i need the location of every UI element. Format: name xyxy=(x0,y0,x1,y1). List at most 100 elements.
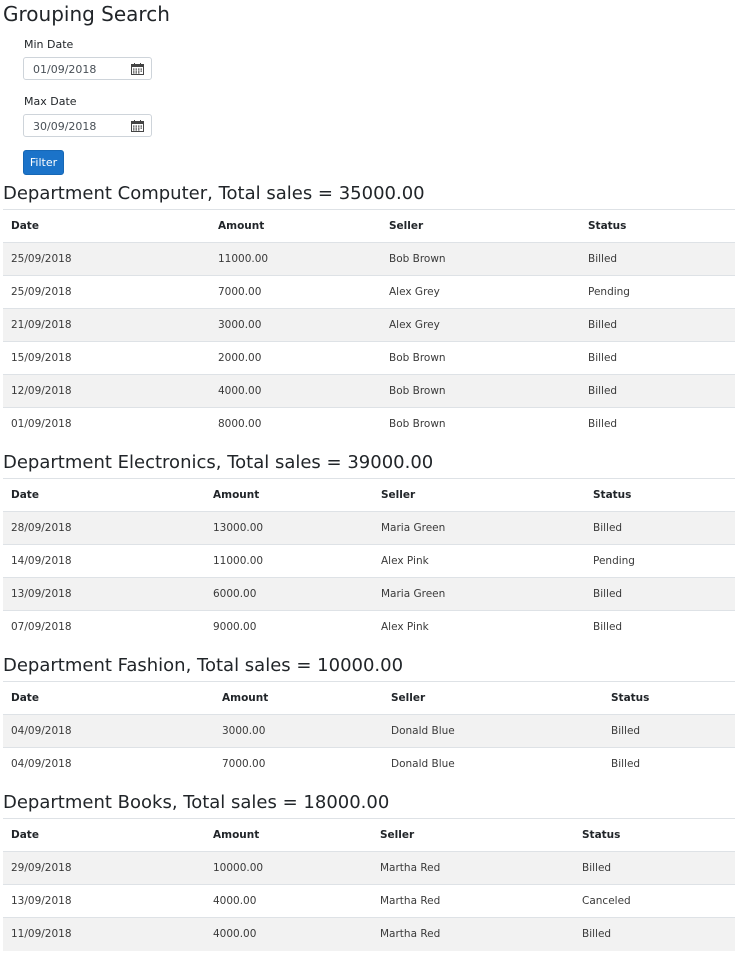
cell-status: Billed xyxy=(603,714,735,748)
column-header-seller: Seller xyxy=(383,681,603,715)
column-header-status: Status xyxy=(574,818,735,852)
cell-status: Pending xyxy=(585,544,735,578)
max-date-value: 30/09/2018 xyxy=(33,120,97,133)
department-table-electronics: Date Amount Seller Status 28/09/2018 1300… xyxy=(3,478,735,644)
table-header-row: Date Amount Seller Status xyxy=(3,818,735,852)
cell-amount: 9000.00 xyxy=(205,610,373,644)
cell-amount: 2000.00 xyxy=(210,341,381,375)
cell-date: 12/09/2018 xyxy=(3,374,210,408)
cell-status: Canceled xyxy=(574,884,735,918)
table-row: 14/09/2018 11000.00 Alex Pink Pending xyxy=(3,544,735,578)
cell-amount: 6000.00 xyxy=(205,577,373,611)
cell-date: 28/09/2018 xyxy=(3,511,205,545)
cell-amount: 13000.00 xyxy=(205,511,373,545)
table-row: 25/09/2018 11000.00 Bob Brown Billed xyxy=(3,242,735,276)
column-header-status: Status xyxy=(603,681,735,715)
table-header-row: Date Amount Seller Status xyxy=(3,209,735,243)
department-table-computer: Date Amount Seller Status 25/09/2018 1100… xyxy=(3,209,735,441)
column-header-amount: Amount xyxy=(214,681,383,715)
table-row: 12/09/2018 4000.00 Bob Brown Billed xyxy=(3,374,735,408)
column-header-amount: Amount xyxy=(205,818,372,852)
cell-status: Billed xyxy=(585,577,735,611)
cell-date: 07/09/2018 xyxy=(3,610,205,644)
calendar-icon[interactable] xyxy=(131,120,144,132)
cell-status: Billed xyxy=(580,308,735,342)
cell-seller: Donald Blue xyxy=(383,714,603,748)
table-row: 28/09/2018 13000.00 Maria Green Billed xyxy=(3,511,735,545)
cell-amount: 4000.00 xyxy=(205,917,372,951)
calendar-icon[interactable] xyxy=(131,63,144,75)
cell-seller: Alex Grey xyxy=(381,308,580,342)
column-header-status: Status xyxy=(585,478,735,512)
cell-date: 25/09/2018 xyxy=(3,242,210,276)
cell-date: 01/09/2018 xyxy=(3,407,210,441)
cell-date: 11/09/2018 xyxy=(3,917,205,951)
cell-date: 13/09/2018 xyxy=(3,884,205,918)
cell-date: 21/09/2018 xyxy=(3,308,210,342)
filter-button[interactable]: Filter xyxy=(23,150,64,175)
column-header-date: Date xyxy=(3,478,205,512)
cell-seller: Martha Red xyxy=(372,851,574,885)
department-table-fashion: Date Amount Seller Status 04/09/2018 3000… xyxy=(3,681,735,781)
cell-status: Billed xyxy=(580,407,735,441)
table-row: 25/09/2018 7000.00 Alex Grey Pending xyxy=(3,275,735,309)
department-table-books: Date Amount Seller Status 29/09/2018 1000… xyxy=(3,818,735,951)
cell-status: Billed xyxy=(603,747,735,781)
cell-status: Billed xyxy=(580,341,735,375)
table-row: 07/09/2018 9000.00 Alex Pink Billed xyxy=(3,610,735,644)
cell-status: Billed xyxy=(580,374,735,408)
cell-date: 13/09/2018 xyxy=(3,577,205,611)
cell-seller: Alex Grey xyxy=(381,275,580,309)
cell-amount: 11000.00 xyxy=(210,242,381,276)
cell-amount: 3000.00 xyxy=(214,714,383,748)
cell-amount: 11000.00 xyxy=(205,544,373,578)
cell-seller: Bob Brown xyxy=(381,242,580,276)
department-heading: Department Books, Total sales = 18000.00 xyxy=(3,792,390,813)
table-row: 29/09/2018 10000.00 Martha Red Billed xyxy=(3,851,735,885)
cell-amount: 8000.00 xyxy=(210,407,381,441)
max-date-input[interactable]: 30/09/2018 xyxy=(23,114,152,137)
cell-seller: Bob Brown xyxy=(381,374,580,408)
table-row: 04/09/2018 3000.00 Donald Blue Billed xyxy=(3,714,735,748)
cell-seller: Bob Brown xyxy=(381,341,580,375)
column-header-seller: Seller xyxy=(373,478,585,512)
column-header-amount: Amount xyxy=(210,209,381,243)
min-date-input[interactable]: 01/09/2018 xyxy=(23,57,152,80)
cell-date: 29/09/2018 xyxy=(3,851,205,885)
cell-seller: Martha Red xyxy=(372,884,574,918)
table-row: 21/09/2018 3000.00 Alex Grey Billed xyxy=(3,308,735,342)
table-row: 04/09/2018 7000.00 Donald Blue Billed xyxy=(3,747,735,781)
cell-status: Billed xyxy=(585,511,735,545)
table-row: 15/09/2018 2000.00 Bob Brown Billed xyxy=(3,341,735,375)
cell-seller: Martha Red xyxy=(372,917,574,951)
department-heading: Department Computer, Total sales = 35000… xyxy=(3,183,425,204)
table-row: 11/09/2018 4000.00 Martha Red Billed xyxy=(3,917,735,951)
cell-status: Pending xyxy=(580,275,735,309)
cell-amount: 7000.00 xyxy=(214,747,383,781)
cell-amount: 3000.00 xyxy=(210,308,381,342)
department-heading: Department Fashion, Total sales = 10000.… xyxy=(3,655,404,676)
table-row: 01/09/2018 8000.00 Bob Brown Billed xyxy=(3,407,735,441)
column-header-date: Date xyxy=(3,681,214,715)
column-header-date: Date xyxy=(3,818,205,852)
cell-amount: 7000.00 xyxy=(210,275,381,309)
column-header-status: Status xyxy=(580,209,735,243)
max-date-label: Max Date xyxy=(24,95,77,108)
cell-status: Billed xyxy=(580,242,735,276)
cell-status: Billed xyxy=(574,917,735,951)
cell-seller: Alex Pink xyxy=(373,610,585,644)
cell-seller: Alex Pink xyxy=(373,544,585,578)
cell-amount: 4000.00 xyxy=(210,374,381,408)
cell-amount: 4000.00 xyxy=(205,884,372,918)
table-row: 13/09/2018 4000.00 Martha Red Canceled xyxy=(3,884,735,918)
column-header-seller: Seller xyxy=(381,209,580,243)
cell-date: 14/09/2018 xyxy=(3,544,205,578)
department-heading: Department Electronics, Total sales = 39… xyxy=(3,452,434,473)
column-header-date: Date xyxy=(3,209,210,243)
table-header-row: Date Amount Seller Status xyxy=(3,681,735,715)
cell-status: Billed xyxy=(574,851,735,885)
cell-date: 04/09/2018 xyxy=(3,714,214,748)
cell-amount: 10000.00 xyxy=(205,851,372,885)
cell-seller: Maria Green xyxy=(373,511,585,545)
cell-date: 04/09/2018 xyxy=(3,747,214,781)
